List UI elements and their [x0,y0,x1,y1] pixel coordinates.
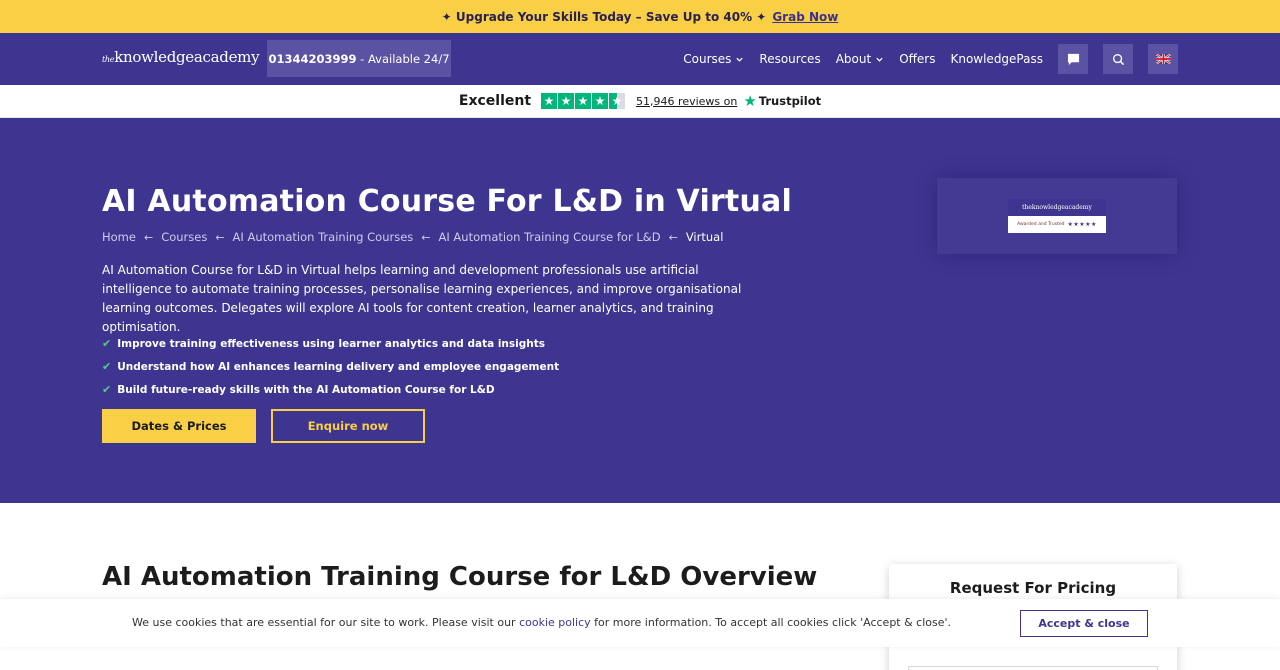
cookie-text-after: for more information. To accept all cook… [590,616,952,629]
enquire-now-button[interactable]: Enquire now [271,409,425,443]
main-nav: Courses Resources About Offers Knowledge… [668,44,1178,74]
breadcrumb-ai-automation-training-courses[interactable]: AI Automation Training Courses [233,230,414,244]
dates-prices-button[interactable]: Dates & Prices [102,409,256,443]
breadcrumb-courses[interactable]: Courses [161,230,207,244]
chat-button[interactable] [1058,44,1088,74]
arrow-left-icon: ← [215,230,225,244]
arrow-left-icon: ← [668,230,678,244]
badge-stars-icon: ★★★★★ [1067,221,1097,228]
trustpilot-logo[interactable]: ★ Trustpilot [743,92,821,110]
region-button[interactable] [1148,44,1178,74]
cookie-message: We use cookies that are essential for ou… [132,616,951,629]
site-header: theknowledgeacademy 01344203999 - Availa… [0,33,1280,85]
trustpilot-star-icon: ★ [743,92,757,110]
phone-availability: - Available 24/7 [356,51,450,66]
nav-resources[interactable]: Resources [759,52,820,66]
accept-close-button[interactable]: Accept & close [1020,610,1148,637]
nav-courses-label: Courses [683,52,732,66]
page-title: AI Automation Course For L&D in Virtual [102,184,792,219]
chat-icon [1067,53,1079,65]
breadcrumb-ai-automation-course-ld[interactable]: AI Automation Training Course for L&D [439,230,661,244]
nav-resources-label: Resources [759,52,821,66]
benefit-item: ✔ Build future-ready skills with the AI … [102,378,559,401]
search-button[interactable] [1103,44,1133,74]
nav-knowledgepass-label: KnowledgePass [950,52,1043,66]
logo-prefix: the [102,55,115,64]
cookie-banner: We use cookies that are essential for ou… [0,599,1280,647]
chevron-down-icon [876,57,883,62]
star-icon: ★ [592,93,609,109]
trustpilot-strip[interactable]: Excellent ★ ★ ★ ★ ★ 51,946 reviews on ★ … [0,85,1280,118]
breadcrumb-home[interactable]: Home [102,230,136,244]
chevron-down-icon [736,57,744,62]
breadcrumb: Home ← Courses ← AI Automation Training … [102,230,723,244]
star-icon: ★ [541,93,558,109]
trust-reviews-link[interactable]: 51,946 reviews on [636,95,737,108]
nav-about[interactable]: About [836,52,884,66]
check-icon: ✔ [102,360,112,373]
cookie-policy-link[interactable]: cookie policy [519,616,591,629]
site-logo[interactable]: theknowledgeacademy [102,48,260,66]
arrow-left-icon: ← [421,230,431,244]
nav-knowledgepass[interactable]: KnowledgePass [950,52,1043,66]
trust-rating-word: Excellent [458,93,532,109]
half-star-icon: ★ [609,93,626,109]
nav-courses[interactable]: Courses [683,52,744,66]
pricing-input[interactable] [908,666,1158,670]
benefit-item: ✔ Understand how AI enhances learning de… [102,355,559,378]
breadcrumb-virtual: Virtual [685,230,724,244]
promo-bar: ✦ Upgrade Your Skills Today – Save Up to… [0,0,1280,33]
badge-brand: theknowledgeacademy [1008,199,1106,216]
nav-offers-label: Offers [899,52,936,66]
benefit-text: Understand how AI enhances learning deli… [117,360,560,373]
check-icon: ✔ [102,337,112,350]
badge-tagline: Awarded and Trusted [1017,222,1065,227]
cookie-text-before: We use cookies that are essential for ou… [132,616,520,629]
pricing-title: Request For Pricing [949,579,1117,597]
hero-section: AI Automation Course For L&D in Virtual … [0,118,1280,503]
benefit-item: ✔ Improve training effectiveness using l… [102,332,559,355]
phone-number: 01344203999 [268,51,357,66]
search-icon [1112,53,1124,65]
benefit-text: Improve training effectiveness using lea… [117,337,546,350]
uk-flag-icon [1155,54,1171,64]
badge-tagline-row: Awarded and Trusted ★★★★★ [1008,216,1106,233]
check-icon: ✔ [102,383,112,396]
logo-main: knowledgeacademy [114,48,260,66]
course-description: AI Automation Course for L&D in Virtual … [102,263,742,334]
award-badge: theknowledgeacademy Awarded and Trusted … [1008,199,1106,233]
trustpilot-brand: Trustpilot [758,94,822,108]
star-icon: ★ [575,93,592,109]
arrow-left-icon: ← [143,230,154,244]
promo-text: ✦ Upgrade Your Skills Today – Save Up to… [441,9,767,24]
nav-offers[interactable]: Offers [899,52,935,66]
phone-box[interactable]: 01344203999 - Available 24/7 [267,40,451,77]
benefit-text: Build future-ready skills with the AI Au… [117,383,495,396]
grab-now-link[interactable]: Grab Now [772,10,838,24]
star-icon: ★ [558,93,575,109]
trust-stars: ★ ★ ★ ★ ★ [541,93,626,109]
nav-about-label: About [835,52,872,66]
award-badge-card: theknowledgeacademy Awarded and Trusted … [937,178,1177,254]
overview-title: AI Automation Training Course for L&D Ov… [102,562,818,592]
benefits-list: ✔ Improve training effectiveness using l… [102,332,559,401]
